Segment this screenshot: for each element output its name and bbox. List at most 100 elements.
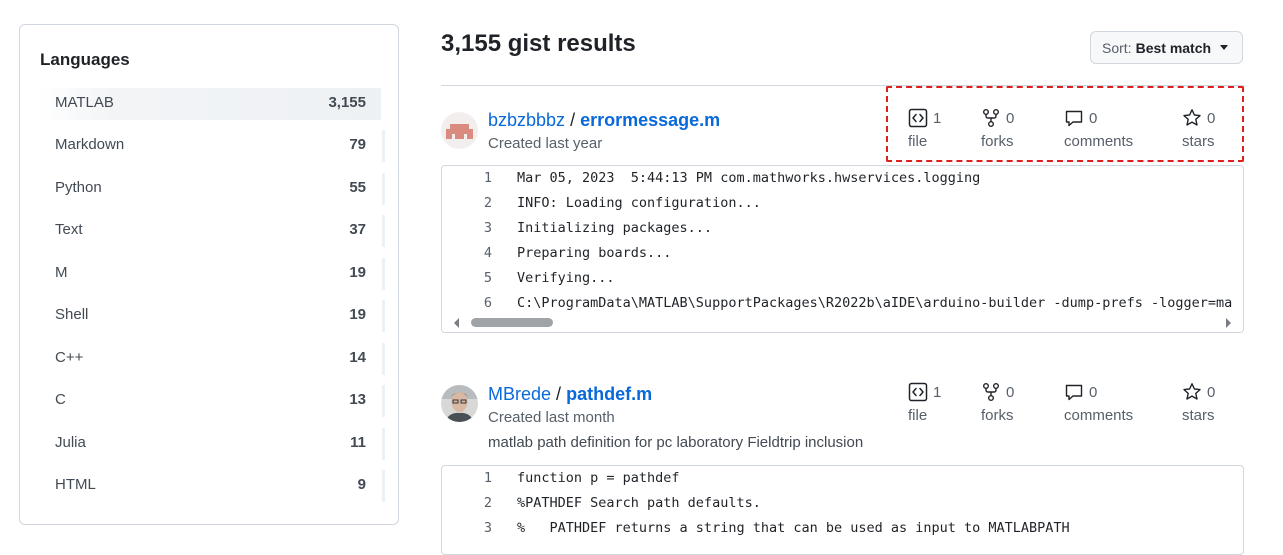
line-number: 4 [483,245,492,261]
gist-description: matlab path definition for pc laboratory… [488,434,864,451]
gist-filename-link[interactable]: pathdef.m [566,384,652,404]
language-count: 37 [349,221,366,238]
line-content: Verifying... [517,270,615,286]
language-count: 19 [349,306,366,323]
row-edge [382,470,385,502]
row-edge [382,130,385,162]
comment-icon [1064,382,1084,402]
language-count: 13 [349,391,366,408]
star-count-link[interactable]: 0 stars [1182,108,1215,150]
line-number: 1 [483,470,492,486]
line-number: 2 [483,495,492,511]
file-count: 1 [933,109,942,127]
language-item-matlab[interactable]: MATLAB 3,155 [39,88,381,120]
fork-icon [981,108,1001,128]
gist-owner-link[interactable]: bzbzbbbz [488,110,565,130]
horizontal-scrollbar[interactable] [442,314,1243,332]
star-icon [1182,108,1202,128]
sort-value: Best match [1135,39,1212,56]
line-number: 6 [483,295,492,311]
fork-count-link[interactable]: 0 forks [981,108,1014,150]
language-count: 11 [350,433,366,451]
file-count-link[interactable]: 1 file [908,382,941,424]
fork-count: 0 [1006,383,1015,401]
language-list: MATLAB 3,155 Markdown 79 Python 55 Text … [39,88,385,513]
sort-dropdown-button[interactable]: Sort: Best match [1090,31,1243,64]
code-line: 3 % PATHDEF returns a string that can be … [442,516,1243,541]
results-count-heading: 3,155 gist results [441,30,636,57]
comment-icon [1064,108,1084,128]
code-square-icon [908,108,928,128]
language-name: Shell [55,306,89,323]
language-name: Markdown [55,136,125,153]
avatar[interactable] [441,385,478,422]
language-count: 3,155 [328,94,366,111]
comment-count: 0 [1089,383,1098,401]
language-name: MATLAB [55,94,114,111]
gist-title: bzbzbbbz / errormessage.m [488,110,720,131]
line-number: 2 [483,195,492,211]
star-count: 0 [1207,383,1216,401]
sort-label: Sort: [1102,39,1132,56]
gist-created-date: Created last year [488,135,603,152]
star-count-link[interactable]: 0 stars [1182,382,1215,424]
gist-filename-link[interactable]: errormessage.m [580,110,720,130]
fork-label: forks [981,407,1014,424]
line-number: 1 [483,170,492,186]
row-edge [382,172,385,205]
scroll-right-arrow-icon[interactable] [1226,318,1231,328]
comment-count-link[interactable]: 0 comments [1064,108,1134,151]
line-content: % PATHDEF returns a string that can be u… [517,520,1070,536]
comment-count: 0 [1089,109,1098,127]
code-line: 5 Verifying... [442,266,1243,291]
language-item-text[interactable]: Text 37 [39,215,385,258]
language-item-c[interactable]: C 13 [39,385,385,428]
chevron-down-icon [1220,45,1229,50]
fork-count-link[interactable]: 0 forks [981,382,1014,424]
language-count: 9 [357,476,366,493]
scrollbar-thumb[interactable] [471,318,553,327]
code-line: 3 Initializing packages... [442,216,1243,241]
language-item-julia[interactable]: Julia 11 [39,427,385,471]
row-edge [382,342,385,375]
language-item-python[interactable]: Python 55 [39,172,385,216]
language-name: HTML [55,476,96,493]
languages-heading: Languages [40,50,130,69]
language-item-html[interactable]: HTML 9 [39,470,385,513]
fork-label: forks [981,133,1014,150]
row-edge [382,385,385,417]
avatar[interactable] [441,112,478,149]
comment-label: comments [1064,133,1134,150]
language-name: Text [55,221,83,238]
scroll-left-arrow-icon[interactable] [454,318,459,328]
language-item-cpp[interactable]: C++ 14 [39,342,385,386]
language-item-shell[interactable]: Shell 19 [39,300,385,343]
gist-title: MBrede / pathdef.m [488,384,652,405]
star-label: stars [1182,407,1215,424]
line-content: Mar 05, 2023 5:44:13 PM com.mathworks.hw… [517,170,981,186]
row-edge [382,300,385,332]
code-preview[interactable]: 1 Mar 05, 2023 5:44:13 PM com.mathworks.h… [441,165,1244,333]
language-count: 14 [349,348,366,366]
star-label: stars [1182,133,1215,150]
language-item-m[interactable]: M 19 [39,257,385,301]
languages-filter-panel: Languages MATLAB 3,155 Markdown 79 Pytho… [19,24,399,525]
fork-icon [981,382,1001,402]
star-icon [1182,382,1202,402]
code-line: 2 INFO: Loading configuration... [442,191,1243,216]
title-separator: / [556,384,562,404]
language-item-markdown[interactable]: Markdown 79 [39,130,385,173]
file-count: 1 [933,383,942,401]
language-name: C [55,391,66,408]
language-count: 79 [349,136,366,153]
file-count-link[interactable]: 1 file [908,108,941,150]
gist-owner-link[interactable]: MBrede [488,384,551,404]
line-content: function p = pathdef [517,470,680,486]
file-label: file [908,133,928,150]
code-line: 1 function p = pathdef [442,466,1243,491]
code-line: 4 Preparing boards... [442,241,1243,266]
line-content: INFO: Loading configuration... [517,195,761,211]
line-content: Preparing boards... [517,245,672,261]
comment-count-link[interactable]: 0 comments [1064,382,1133,425]
star-count: 0 [1207,109,1216,127]
